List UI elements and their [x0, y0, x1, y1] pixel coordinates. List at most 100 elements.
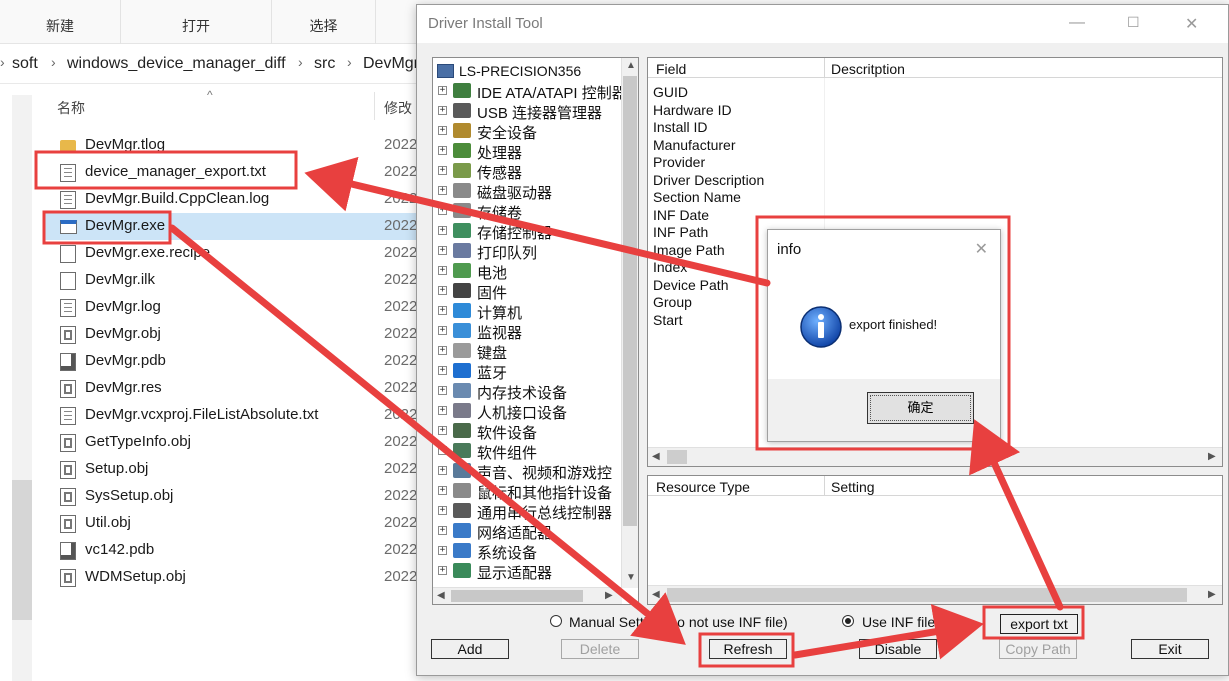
refresh-button[interactable]: Refresh — [709, 639, 787, 659]
tree-item[interactable]: + 计算机 — [437, 301, 637, 322]
tree-item[interactable]: + 磁盘驱动器 — [437, 181, 637, 202]
file-row[interactable]: WDMSetup.obj 2022 — [44, 564, 424, 591]
tree-item[interactable]: + 人机接口设备 — [437, 401, 637, 422]
minimize-icon[interactable]: — — [1069, 14, 1085, 32]
tree-item[interactable]: + 内存技术设备 — [437, 381, 637, 402]
file-row[interactable]: DevMgr.exe.recipe 2022 — [44, 240, 424, 267]
tree-vertical-thumb[interactable] — [623, 76, 637, 526]
tree-item[interactable]: + 处理器 — [437, 141, 637, 162]
column-divider[interactable] — [374, 92, 375, 120]
expand-icon[interactable]: + — [438, 486, 447, 495]
scroll-right-icon[interactable]: ▶ — [605, 590, 613, 601]
ribbon-group-new[interactable]: 新建 — [0, 0, 121, 44]
expand-icon[interactable]: + — [438, 446, 447, 455]
expand-icon[interactable]: + — [438, 246, 447, 255]
file-row[interactable]: DevMgr.pdb 2022 — [44, 348, 424, 375]
delete-button[interactable]: Delete — [561, 639, 639, 659]
column-description[interactable]: Descritption — [831, 61, 905, 77]
tree-item[interactable]: + USB 连接器管理器 — [437, 101, 637, 122]
ok-button[interactable]: 确定 — [867, 392, 974, 424]
file-row[interactable]: DevMgr.res 2022 — [44, 375, 424, 402]
tree-item[interactable]: + 监视器 — [437, 321, 637, 342]
resources-horizontal-scrollbar[interactable]: ◀ ▶ — [648, 585, 1222, 604]
tree-item[interactable]: + 蓝牙 — [437, 361, 637, 382]
expand-icon[interactable]: + — [438, 426, 447, 435]
tree-item[interactable]: + IDE ATA/ATAPI 控制器 — [437, 81, 637, 102]
tree-item[interactable]: + 电池 — [437, 261, 637, 282]
expand-icon[interactable]: + — [438, 346, 447, 355]
tree-item[interactable]: + 系统设备 — [437, 541, 637, 562]
file-row[interactable]: DevMgr.obj 2022 — [44, 321, 424, 348]
expand-icon[interactable]: + — [438, 466, 447, 475]
resources-horizontal-thumb[interactable] — [667, 588, 1187, 602]
file-row[interactable]: DevMgr.log 2022 — [44, 294, 424, 321]
device-tree[interactable]: LS-PRECISION356 + IDE ATA/ATAPI 控制器 + USB 连… — [432, 57, 639, 605]
column-divider[interactable] — [824, 476, 825, 496]
expand-icon[interactable]: + — [438, 546, 447, 555]
ribbon-group-open[interactable]: 打开 — [121, 0, 272, 44]
tree-item[interactable]: + 存储卷 — [437, 201, 637, 222]
tree-item[interactable]: + 打印队列 — [437, 241, 637, 262]
disable-button[interactable]: Disable — [859, 639, 937, 659]
close-icon[interactable]: ✕ — [975, 239, 988, 259]
expand-icon[interactable]: + — [438, 526, 447, 535]
tree-item[interactable]: + 声音、视频和游戏控 — [437, 461, 637, 482]
expand-icon[interactable]: + — [438, 166, 447, 175]
expand-icon[interactable]: + — [438, 286, 447, 295]
scroll-right-icon[interactable]: ▶ — [1208, 589, 1216, 600]
expand-icon[interactable]: + — [438, 146, 447, 155]
copy-path-button[interactable]: Copy Path — [999, 639, 1077, 659]
column-divider[interactable] — [824, 58, 825, 78]
maximize-icon[interactable]: ☐ — [1127, 14, 1140, 31]
column-modified[interactable]: 修改 — [384, 98, 412, 118]
scroll-down-icon[interactable]: ▼ — [626, 572, 636, 583]
export-txt-button[interactable]: export txt — [1000, 614, 1078, 634]
close-icon[interactable]: ✕ — [1185, 14, 1198, 34]
scroll-left-icon[interactable]: ◀ — [652, 451, 660, 462]
file-row[interactable]: Util.obj 2022 — [44, 510, 424, 537]
tree-horizontal-thumb[interactable] — [451, 590, 583, 602]
expand-icon[interactable]: + — [438, 326, 447, 335]
tree-item[interactable]: + 显示适配器 — [437, 561, 637, 582]
file-row[interactable]: Setup.obj 2022 — [44, 456, 424, 483]
file-row[interactable]: GetTypeInfo.obj 2022 — [44, 429, 424, 456]
scroll-up-icon[interactable]: ▲ — [626, 60, 636, 71]
file-row[interactable]: DevMgr.Build.CppClean.log 2022 — [44, 186, 424, 213]
expand-icon[interactable]: + — [438, 206, 447, 215]
tree-item[interactable]: + 鼠标和其他指针设备 — [437, 481, 637, 502]
expand-icon[interactable]: + — [438, 306, 447, 315]
breadcrumb-src[interactable]: src — [314, 55, 335, 73]
scroll-right-icon[interactable]: ▶ — [1208, 451, 1216, 462]
tree-item[interactable]: + 通用串行总线控制器 — [437, 501, 637, 522]
breadcrumb-diff[interactable]: windows_device_manager_diff — [67, 55, 286, 73]
expand-icon[interactable]: + — [438, 566, 447, 575]
expand-icon[interactable]: + — [438, 266, 447, 275]
tree-horizontal-scrollbar[interactable]: ◀ ▶ — [433, 587, 622, 604]
scroll-left-icon[interactable]: ◀ — [437, 590, 445, 601]
expand-icon[interactable]: + — [438, 186, 447, 195]
expand-icon[interactable]: + — [438, 86, 447, 95]
tree-item[interactable]: + 键盘 — [437, 341, 637, 362]
expand-icon[interactable]: + — [438, 386, 447, 395]
expand-icon[interactable]: + — [438, 106, 447, 115]
tree-item[interactable]: + 软件组件 — [437, 441, 637, 462]
file-row[interactable]: DevMgr.vcxproj.FileListAbsolute.txt 2022 — [44, 402, 424, 429]
column-field[interactable]: Field — [656, 61, 686, 77]
file-row[interactable]: DevMgr.ilk 2022 — [44, 267, 424, 294]
tree-vertical-scrollbar[interactable]: ▲ ▼ — [621, 58, 638, 588]
add-button[interactable]: Add — [431, 639, 509, 659]
file-row[interactable]: SysSetup.obj 2022 — [44, 483, 424, 510]
column-setting[interactable]: Setting — [831, 479, 875, 495]
column-resource-type[interactable]: Resource Type — [656, 479, 750, 495]
manual-setting-radio[interactable] — [550, 615, 562, 627]
breadcrumb-devmgr[interactable]: DevMgr — [363, 55, 419, 73]
expand-icon[interactable]: + — [438, 366, 447, 375]
expand-icon[interactable]: + — [438, 506, 447, 515]
tree-item[interactable]: + 网络适配器 — [437, 521, 637, 542]
tree-item[interactable]: + 软件设备 — [437, 421, 637, 442]
tree-item[interactable]: + 传感器 — [437, 161, 637, 182]
use-inf-radio[interactable] — [842, 615, 854, 627]
exit-button[interactable]: Exit — [1131, 639, 1209, 659]
tree-item[interactable]: + 安全设备 — [437, 121, 637, 142]
expand-icon[interactable]: + — [438, 226, 447, 235]
